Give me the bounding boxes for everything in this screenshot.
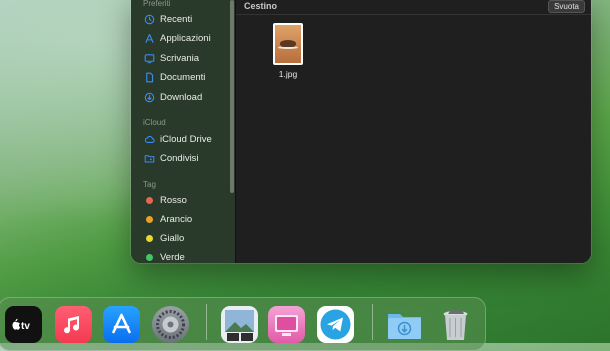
sidebar-item-label: Giallo (160, 232, 185, 244)
sidebar-item-tag-rosso[interactable]: Rosso (144, 192, 187, 208)
document-icon (144, 72, 155, 83)
desktop-icon (144, 53, 155, 64)
file-name: 1.jpg (278, 69, 298, 79)
empty-trash-button[interactable]: Svuota (548, 0, 585, 13)
cloud-icon (144, 134, 155, 145)
dock-app-preview[interactable] (221, 306, 258, 343)
dock-app-telegram[interactable] (317, 306, 354, 343)
sidebar-item-tag-arancio[interactable]: Arancio (144, 211, 192, 227)
sidebar-item-label: Scrivania (160, 52, 200, 64)
sidebar-item-label: Rosso (160, 194, 187, 206)
dock-trash[interactable] (437, 306, 474, 343)
finder-window: Preferiti Recenti Applicazioni Scrivania… (131, 0, 591, 263)
file-item[interactable]: 1.jpg (266, 23, 310, 79)
dock-app-music[interactable] (55, 306, 92, 343)
tag-dot-icon (146, 196, 153, 204)
content-header: Cestino Svuota (236, 0, 591, 15)
tag-dot-icon (146, 215, 153, 223)
sidebar-item-tag-verde[interactable]: Verde (144, 249, 185, 263)
sidebar-item-icloud-drive[interactable]: iCloud Drive (144, 131, 212, 147)
sidebar-item-scrivania[interactable]: Scrivania (144, 50, 199, 66)
sidebar-item-applicazioni[interactable]: Applicazioni (144, 30, 211, 46)
dock-separator (206, 304, 207, 340)
download-icon (144, 92, 155, 103)
sidebar-scrollbar[interactable] (230, 0, 234, 193)
sidebar-item-condivisi[interactable]: Condivisi (144, 150, 199, 166)
dock-downloads-folder[interactable] (386, 306, 423, 343)
downloads-folder-icon (388, 314, 421, 339)
sidebar-item-recenti[interactable]: Recenti (144, 11, 192, 27)
sidebar-section-tag: Tag (143, 180, 156, 189)
app-store-icon (112, 313, 131, 334)
sidebar-item-label: Download (160, 91, 203, 103)
sidebar-item-label: iCloud Drive (160, 133, 212, 145)
cleanmymac-icon (275, 315, 298, 336)
sidebar-item-label: Verde (160, 251, 185, 263)
sidebar-item-documenti[interactable]: Documenti (144, 69, 205, 85)
dock-app-app-store[interactable] (103, 306, 140, 343)
telegram-icon (320, 309, 351, 340)
sidebar-item-label: Documenti (160, 71, 206, 83)
apple-tv-icon: tv (12, 318, 30, 332)
sidebar-section-icloud: iCloud (143, 118, 166, 127)
sidebar-item-label: Condivisi (160, 152, 199, 164)
applications-icon (144, 33, 155, 44)
clock-icon (144, 14, 155, 25)
dock-app-cleanmymac[interactable] (268, 306, 305, 343)
folder-title: Cestino (244, 1, 278, 11)
sidebar-item-tag-giallo[interactable]: Giallo (144, 230, 184, 246)
sidebar-section-preferiti: Preferiti (143, 0, 171, 8)
sidebar-item-download[interactable]: Download (144, 89, 202, 105)
trash-full-icon (443, 309, 468, 340)
dock-separator (372, 304, 373, 340)
finder-sidebar: Preferiti Recenti Applicazioni Scrivania… (131, 0, 236, 263)
tag-dot-icon (146, 253, 153, 261)
music-note-icon (64, 316, 80, 334)
sidebar-item-label: Arancio (160, 213, 193, 225)
svg-text:tv: tv (21, 321, 30, 332)
dock-app-apple-tv[interactable]: tv (5, 306, 42, 343)
tag-dot-icon (146, 234, 153, 242)
sidebar-item-label: Recenti (160, 13, 193, 25)
shared-folder-icon (144, 153, 155, 164)
finder-content: Cestino Svuota 1.jpg (236, 0, 591, 263)
dock-app-system-settings[interactable] (152, 306, 189, 343)
gear-icon (156, 310, 185, 339)
preview-icon (225, 310, 254, 341)
image-thumbnail (273, 23, 303, 65)
sidebar-item-label: Applicazioni (160, 32, 211, 44)
